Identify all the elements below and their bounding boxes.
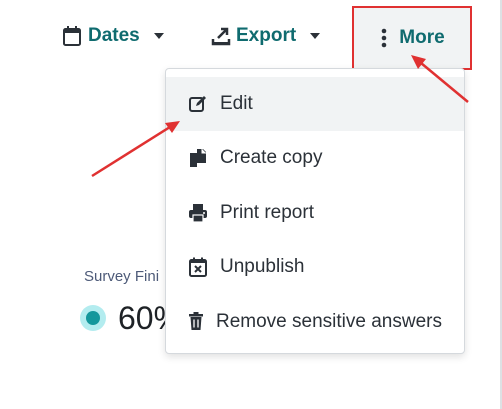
print-icon [188,203,208,223]
more-dropdown-menu: Edit Create copy Print report Unpublish … [165,68,465,354]
dates-label: Dates [88,25,140,46]
menu-item-edit[interactable]: Edit [166,77,464,131]
status-dot [80,305,106,331]
dates-button[interactable]: Dates [62,20,164,52]
calendar-x-icon [188,257,208,277]
menu-item-print-report[interactable]: Print report [166,186,464,240]
calendar-icon [62,25,84,47]
menu-item-unpublish[interactable]: Unpublish [166,240,464,294]
menu-item-remove-sensitive-answers[interactable]: Remove sensitive answers [166,295,464,349]
more-label: More [399,27,445,48]
menu-item-label: Remove sensitive answers [216,311,442,332]
menu-item-create-copy[interactable]: Create copy [166,131,464,185]
kebab-icon [379,27,389,49]
export-label: Export [236,25,297,46]
trash-icon [188,312,204,332]
menu-item-label: Print report [220,202,314,223]
chevron-down-icon [310,33,321,39]
menu-item-label: Unpublish [220,256,305,277]
copy-icon [188,148,208,168]
menu-item-label: Edit [220,93,253,114]
survey-finished-label: Survey Fini [84,268,160,285]
chevron-down-icon [153,33,164,39]
edit-icon [188,94,208,114]
export-button[interactable]: Export [210,20,321,52]
export-icon [210,25,232,47]
more-button[interactable]: More [352,6,472,70]
menu-item-label: Create copy [220,147,323,168]
